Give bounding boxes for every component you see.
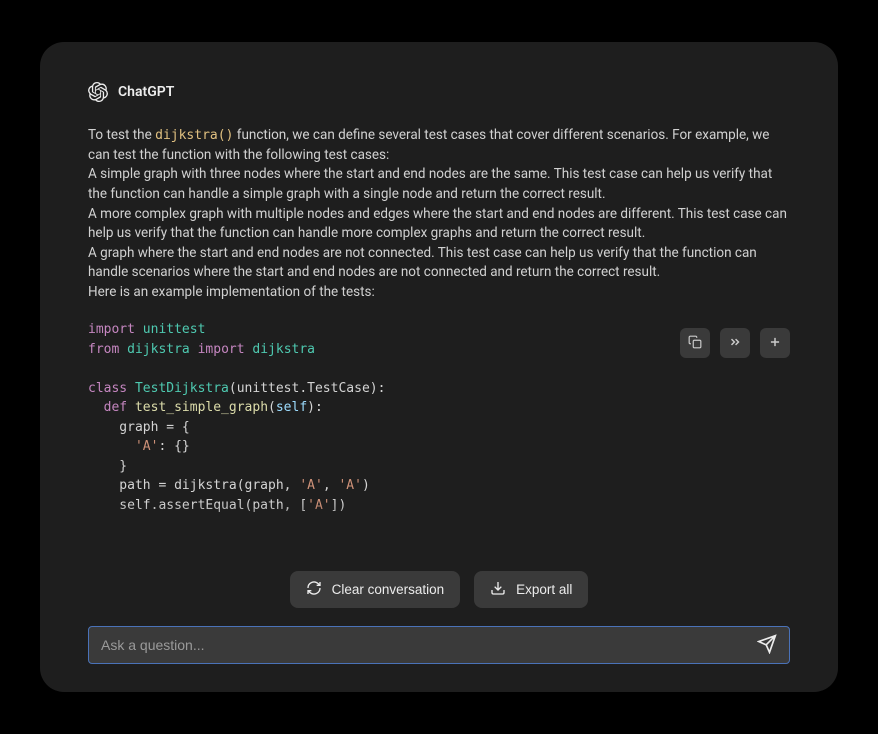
clear-conversation-label: Clear conversation [332,582,445,597]
footer-action-bar: Clear conversation Export all [88,571,790,608]
content-area: ChatGPT To test the dijkstra() function,… [88,82,790,563]
msg-case3: A graph where the start and end nodes ar… [88,245,757,281]
code-token: import [198,342,245,357]
openai-logo-icon [88,82,108,102]
code-token: class [88,381,127,396]
code-token: TestDijkstra [127,381,229,396]
code-token [88,439,135,454]
code-token: (unittest.TestCase): [229,381,386,396]
code-token: path = dijkstra(graph, [88,478,299,493]
copy-icon [688,335,702,352]
insert-code-button[interactable] [720,328,750,358]
code-token: ) [362,478,370,493]
code-token: dijkstra [119,342,197,357]
app-title: ChatGPT [118,84,174,100]
chevron-double-right-icon [728,335,742,352]
code-token: 'A' [135,439,158,454]
code-block-container: import unittest from dijkstra import dij… [88,320,790,515]
copy-code-button[interactable] [680,328,710,358]
input-container [88,626,790,664]
code-token: : {} [158,439,189,454]
msg-case1: A simple graph with three nodes where th… [88,166,772,202]
chat-window: ChatGPT To test the dijkstra() function,… [40,42,838,692]
code-token: 'A' [338,478,361,493]
code-token: } [88,459,127,474]
msg-intro-prefix: To test the [88,127,155,143]
code-token: , [323,478,339,493]
code-token: ( [268,400,276,415]
send-button[interactable] [757,634,777,657]
code-token: ): [307,400,323,415]
inline-code: dijkstra() [155,128,233,143]
code-token: def [104,400,127,415]
download-icon [490,580,506,599]
export-all-label: Export all [516,582,572,597]
plus-icon [768,335,782,352]
code-token: 'A' [307,498,330,513]
clear-conversation-button[interactable]: Clear conversation [290,571,461,608]
code-token: self.assertEqual(path, [ [88,498,307,513]
code-token: from [88,342,119,357]
code-token: 'A' [299,478,322,493]
code-token: test_simple_graph [127,400,268,415]
msg-case2: A more complex graph with multiple nodes… [88,206,787,242]
code-token: dijkstra [245,342,315,357]
refresh-icon [306,580,322,599]
code-token: graph = { [88,420,190,435]
export-all-button[interactable]: Export all [474,571,588,608]
code-token: self [276,400,307,415]
send-icon [757,634,777,657]
code-token: unittest [135,322,205,337]
new-file-button[interactable] [760,328,790,358]
code-token: ]) [331,498,347,513]
msg-outro: Here is an example implementation of the… [88,284,375,300]
code-action-bar [680,328,790,358]
code-token: import [88,322,135,337]
assistant-header: ChatGPT [88,82,790,102]
question-input[interactable] [101,637,757,653]
assistant-message: To test the dijkstra() function, we can … [88,126,790,302]
code-token [88,400,104,415]
